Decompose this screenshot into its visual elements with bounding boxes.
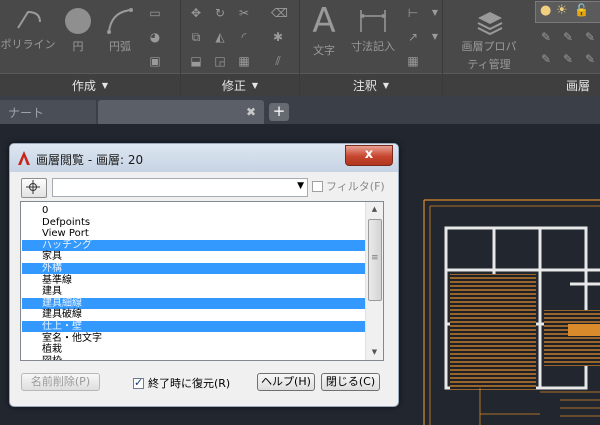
- arc-tool[interactable]: 円弧: [102, 6, 138, 54]
- list-item[interactable]: 室名・他文字: [22, 333, 366, 344]
- filter-checkbox[interactable]: フィルタ(F): [312, 178, 385, 194]
- rectangle-icon[interactable]: ▭: [148, 6, 162, 20]
- dialog-close-button[interactable]: x: [345, 145, 393, 166]
- panel-footer-create[interactable]: 作成 ▼: [0, 73, 180, 96]
- dialog-title: 画層閲覧 - 画層: 20: [36, 153, 144, 167]
- layer-tool-icon[interactable]: ✎: [583, 52, 597, 66]
- list-item[interactable]: 0: [22, 205, 366, 216]
- layer-dropdown[interactable]: ● ☀ 🔓: [535, 1, 600, 23]
- tab-start[interactable]: ナート: [0, 100, 96, 124]
- dimension-icon: [360, 10, 386, 32]
- layer-tool-icon[interactable]: ✎: [561, 30, 575, 44]
- layer-tool-icon[interactable]: ✎: [583, 30, 597, 44]
- layer-stack-icon: [477, 12, 503, 36]
- circle-icon: [65, 8, 91, 34]
- delete-name-button[interactable]: 名前削除(P): [21, 373, 100, 391]
- chevron-down-icon[interactable]: ▼: [297, 181, 304, 191]
- erase-icon[interactable]: ⌫: [271, 6, 288, 20]
- crosshair-icon: [26, 180, 40, 194]
- help-button[interactable]: ヘルプ(H): [257, 373, 315, 391]
- panel-annotation: A 文字 寸法記入 ⊢ ↗ ▦ ▼ ▼ 注釈 ▼: [300, 0, 443, 96]
- chevron-down-icon: ▼: [382, 80, 390, 90]
- scroll-up-icon[interactable]: ▲: [366, 202, 383, 217]
- list-item[interactable]: 仕上・壁: [22, 321, 366, 332]
- chevron-down-icon[interactable]: ▼: [428, 30, 442, 44]
- list-item[interactable]: ハッチング: [22, 239, 366, 251]
- text-tool[interactable]: A 文字: [304, 2, 344, 58]
- grip-icon: ≡: [371, 253, 379, 263]
- list-item[interactable]: 家具: [22, 251, 366, 262]
- list-item[interactable]: Defpoints: [22, 217, 366, 228]
- move-icon[interactable]: ✥: [189, 6, 203, 20]
- trim-icon[interactable]: ✂: [237, 6, 251, 20]
- new-tab-button[interactable]: +: [269, 103, 289, 121]
- hatch-icon[interactable]: ◕: [148, 30, 162, 44]
- polyline-tool[interactable]: ポリライン: [0, 6, 56, 52]
- close-button[interactable]: 閉じる(C): [321, 373, 380, 391]
- sun-icon: ☀: [556, 3, 568, 18]
- lock-icon: 🔓: [574, 3, 589, 17]
- list-item[interactable]: 建具破線: [22, 309, 366, 320]
- filter-checkbox-box[interactable]: [312, 180, 323, 192]
- panel-create: ポリライン 円 円弧 ▭ ◕ ▣ 作成 ▼: [0, 0, 181, 96]
- offset-icon[interactable]: ⫽: [271, 54, 285, 68]
- arc-icon: [107, 8, 133, 34]
- list-item[interactable]: 図枠: [22, 356, 366, 360]
- close-icon[interactable]: ✖: [246, 105, 256, 119]
- panel-footer-layer[interactable]: 画層: [443, 73, 600, 96]
- list-item[interactable]: 植栽: [22, 344, 366, 355]
- mirror-icon[interactable]: ◭: [213, 30, 227, 44]
- chevron-down-icon: ▼: [101, 80, 109, 90]
- panel-modify: ✥ ↻ ✂ ⌫ ⧉ ◭ ◜ ✱ ⬓ ◲ ▦ ⫽ 修正 ▼: [181, 0, 300, 96]
- copy-icon[interactable]: ⧉: [189, 30, 203, 44]
- list-item[interactable]: 外構: [22, 263, 366, 274]
- explode-icon[interactable]: ✱: [271, 30, 285, 44]
- restore-on-exit-checkbox[interactable]: 終了時に復元(R): [133, 375, 230, 391]
- layer-tool-icon[interactable]: ✎: [539, 30, 553, 44]
- panel-layer: 画層プロパティ管理 ● ☀ 🔓 ✎ ✎ ✎ ✎ ✎ ✎ 画層: [443, 0, 600, 96]
- scroll-down-icon[interactable]: ▼: [366, 345, 383, 360]
- tab-drawing[interactable]: ✖: [98, 100, 264, 124]
- circle-tool[interactable]: 円: [58, 6, 98, 54]
- dialog-titlebar[interactable]: 画層閲覧 - 画層: 20 x: [10, 144, 398, 172]
- layer-tool-icon[interactable]: ✎: [561, 52, 575, 66]
- linear-dimension-icon[interactable]: ⊢: [406, 6, 420, 20]
- ribbon: ポリライン 円 円弧 ▭ ◕ ▣ 作成 ▼ ✥ ↻ ✂ ⌫ ⧉ ◭ ◜ ✱ ⬓ ◲…: [0, 0, 600, 96]
- list-item[interactable]: 建具細線: [22, 297, 366, 309]
- rotate-icon[interactable]: ↻: [213, 6, 227, 20]
- fillet-icon[interactable]: ◜: [237, 30, 251, 44]
- stretch-icon[interactable]: ⬓: [189, 54, 203, 68]
- array-icon[interactable]: ▦: [237, 54, 251, 68]
- polyline-icon: [17, 10, 41, 29]
- layer-list[interactable]: 0 Defpoints View Port ハッチング 家具 外構 基準線 建具 建具細線 建具破…: [20, 201, 384, 361]
- text-icon: A: [312, 1, 336, 41]
- layer-filter-combo[interactable]: ▼: [52, 178, 308, 197]
- layer-properties-tool[interactable]: 画層プロパティ管理: [443, 6, 535, 74]
- leader-icon[interactable]: ↗: [406, 30, 420, 44]
- scale-icon[interactable]: ◲: [213, 54, 227, 68]
- list-item[interactable]: 建具: [22, 286, 366, 297]
- table-icon[interactable]: ▦: [406, 54, 420, 68]
- region-icon[interactable]: ▣: [148, 54, 162, 68]
- autocad-logo-icon: [18, 151, 30, 165]
- list-item[interactable]: View Port: [22, 228, 366, 239]
- chevron-down-icon: ▼: [251, 80, 259, 90]
- vertical-scrollbar[interactable]: ▲ ≡ ▼: [365, 202, 383, 360]
- layer-walk-dialog: 画層閲覧 - 画層: 20 x ▼ フィルタ(F) 0 Defpoints View…: [9, 143, 399, 407]
- dimension-tool[interactable]: 寸法記入: [348, 6, 398, 54]
- list-item[interactable]: 基準線: [22, 275, 366, 286]
- lightbulb-icon: ●: [540, 3, 552, 18]
- select-objects-button[interactable]: [21, 178, 47, 198]
- layer-tool-icon[interactable]: ✎: [539, 52, 553, 66]
- panel-footer-annotation[interactable]: 注釈 ▼: [300, 73, 442, 96]
- document-tab-bar: ナート ✖: [0, 96, 600, 124]
- panel-footer-modify[interactable]: 修正 ▼: [181, 73, 299, 96]
- chevron-down-icon[interactable]: ▼: [428, 6, 442, 20]
- restore-checkbox-box[interactable]: [133, 376, 144, 389]
